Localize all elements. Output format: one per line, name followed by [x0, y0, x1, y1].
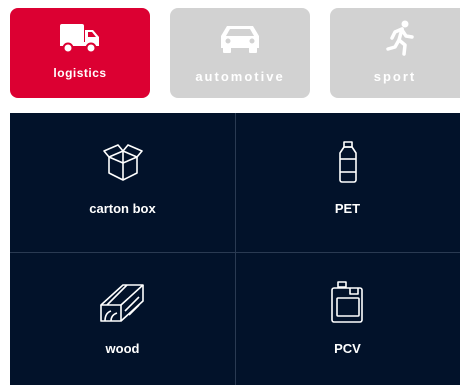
category-tabs: logistics automotive sport	[0, 0, 460, 100]
material-label: carton box	[89, 201, 156, 216]
tab-automotive[interactable]: automotive	[170, 8, 310, 98]
material-label: wood	[105, 341, 140, 356]
tab-label: automotive	[195, 69, 285, 84]
tab-sport[interactable]: sport	[330, 8, 460, 98]
runner-icon	[385, 20, 415, 56]
wood-plank-icon	[99, 279, 147, 325]
car-icon	[217, 20, 263, 56]
tab-label: sport	[373, 69, 417, 84]
grid-divider-horizontal	[10, 252, 460, 253]
material-label: PCV	[334, 341, 361, 356]
tab-label: logistics	[53, 66, 107, 80]
material-carton-box[interactable]: carton box	[10, 139, 235, 216]
tab-logistics[interactable]: logistics	[10, 8, 150, 98]
carton-box-icon	[101, 139, 145, 185]
material-label: PET	[334, 201, 361, 216]
bottle-icon	[337, 139, 359, 185]
material-pet[interactable]: PET	[235, 139, 460, 216]
material-pcv[interactable]: PCV	[235, 279, 460, 356]
truck-icon	[58, 20, 102, 56]
jerrycan-icon	[330, 279, 366, 325]
material-wood[interactable]: wood	[10, 279, 235, 356]
materials-panel: carton box PET wood PCV	[10, 113, 460, 385]
